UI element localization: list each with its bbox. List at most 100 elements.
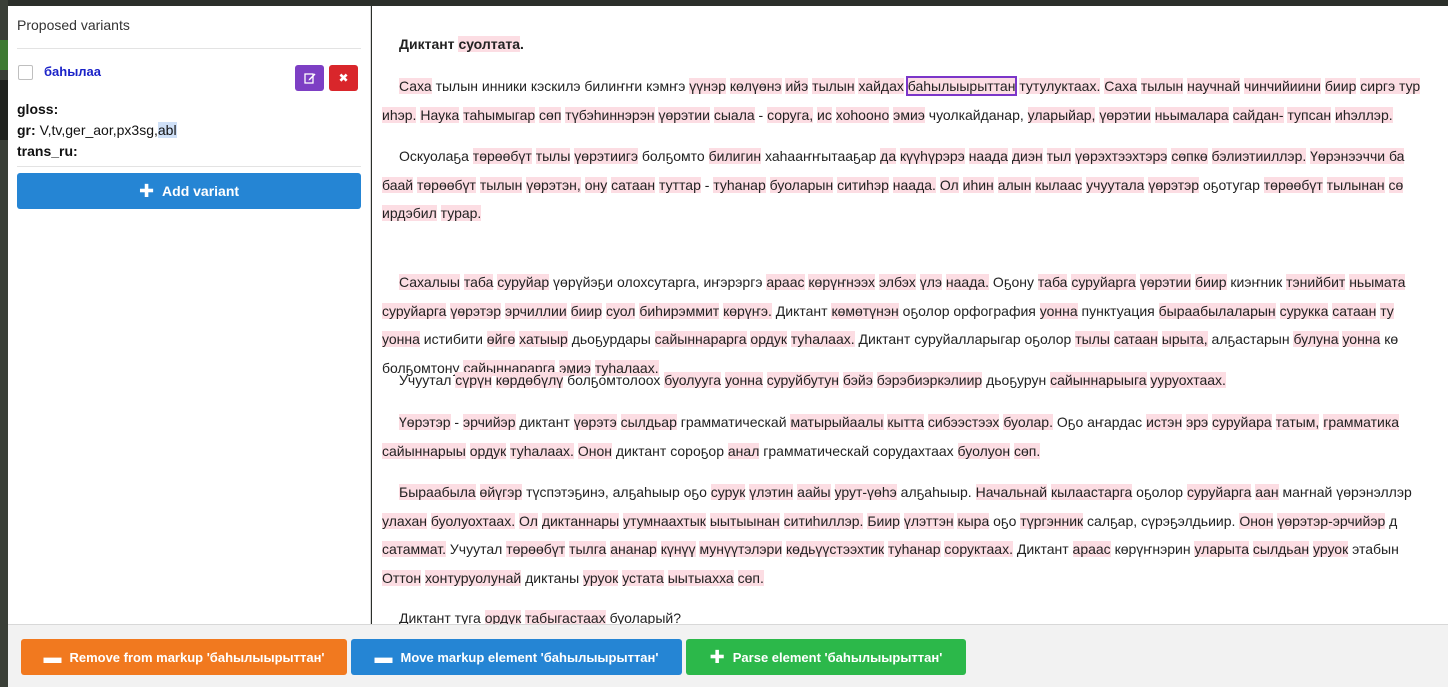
word[interactable]: уруок bbox=[1313, 541, 1349, 557]
word[interactable]: бэрэбиэркэлиир bbox=[876, 372, 983, 388]
word[interactable]: ууруохтаах. bbox=[1150, 372, 1226, 388]
word[interactable]: наада. bbox=[945, 274, 990, 290]
delete-variant-button[interactable]: ✖ bbox=[329, 65, 358, 91]
word[interactable]: Наука bbox=[420, 106, 460, 123]
remove-from-markup-button[interactable]: ▬ Remove from markup 'баһылыырыттан' bbox=[21, 639, 347, 675]
word[interactable]: Үөрэтэр bbox=[399, 414, 451, 430]
word[interactable]: ньымата bbox=[1349, 274, 1406, 290]
word[interactable]: уонна bbox=[1039, 302, 1078, 319]
word[interactable]: булуна bbox=[1293, 331, 1339, 347]
word[interactable]: уруок bbox=[583, 569, 619, 586]
word[interactable]: соруктаах. bbox=[944, 541, 1013, 557]
word[interactable]: суруйара bbox=[1212, 414, 1272, 430]
word[interactable]: кытта bbox=[887, 414, 925, 430]
word[interactable]: бэлиэтииллэр. bbox=[1211, 148, 1307, 164]
word[interactable]: аайы bbox=[797, 484, 831, 500]
word[interactable]: кылаас bbox=[1035, 176, 1083, 193]
word[interactable]: ордук bbox=[750, 331, 787, 347]
word[interactable]: сурукка bbox=[1279, 302, 1329, 319]
word[interactable]: Диктант bbox=[382, 36, 455, 52]
word[interactable]: суол bbox=[605, 302, 636, 319]
word[interactable]: туһанар bbox=[888, 541, 941, 557]
word[interactable]: тыл bbox=[1046, 148, 1072, 164]
word[interactable]: эрчиллии bbox=[504, 302, 567, 319]
word[interactable]: кылаастарга bbox=[1050, 484, 1133, 500]
word[interactable]: сиргэ bbox=[1360, 78, 1396, 94]
word[interactable]: табыгастаах bbox=[525, 610, 606, 624]
word[interactable]: тылы bbox=[1075, 331, 1110, 347]
word[interactable]: ананар bbox=[610, 541, 657, 557]
word[interactable]: диктаннары bbox=[541, 512, 620, 529]
word[interactable]: уларыйар, bbox=[1027, 106, 1096, 123]
word[interactable]: хатыыр bbox=[519, 331, 568, 347]
word[interactable]: кыра bbox=[957, 512, 990, 529]
word[interactable]: элбэх bbox=[878, 274, 916, 290]
word[interactable]: ордук bbox=[484, 610, 522, 624]
word[interactable]: араас bbox=[766, 274, 805, 290]
word[interactable]: иһин bbox=[962, 176, 994, 193]
word[interactable]: буолар. bbox=[1003, 414, 1053, 430]
word[interactable]: буолууга bbox=[664, 372, 722, 388]
word[interactable]: тылга bbox=[569, 541, 607, 557]
word[interactable]: төрөөбүт bbox=[416, 176, 476, 193]
word[interactable]: төрөөбүт bbox=[1263, 176, 1323, 193]
word[interactable]: үлэтин bbox=[749, 484, 794, 500]
word[interactable]: туһанар bbox=[713, 176, 766, 193]
word[interactable]: төрөөбүт bbox=[472, 148, 532, 164]
word[interactable]: биһирэммит bbox=[639, 302, 720, 319]
word[interactable]: түргэнник bbox=[1020, 512, 1084, 529]
word[interactable]: сөп. bbox=[1013, 442, 1041, 459]
word[interactable]: үөрэтэ bbox=[573, 414, 617, 430]
word[interactable]: Оттон bbox=[382, 569, 422, 586]
word[interactable]: соруга, bbox=[767, 106, 814, 123]
word[interactable]: эрэ bbox=[1186, 414, 1209, 430]
word[interactable]: устата bbox=[622, 569, 664, 586]
word[interactable]: үөрэтии bbox=[658, 106, 710, 123]
word[interactable]: бэйэ bbox=[842, 372, 873, 388]
word[interactable]: тур bbox=[1395, 78, 1421, 94]
word[interactable]: учуутала bbox=[1086, 176, 1145, 193]
word[interactable]: сатаан bbox=[1332, 302, 1377, 319]
word[interactable]: көрүҥэ. bbox=[723, 302, 772, 319]
word[interactable]: Сахалыы bbox=[399, 274, 460, 290]
word[interactable]: сатаан bbox=[611, 176, 656, 193]
word[interactable]: Үөрэнээччи ба bbox=[1310, 148, 1405, 164]
word[interactable]: диэн bbox=[1011, 148, 1043, 164]
word[interactable]: ньымалара bbox=[1154, 106, 1229, 123]
word[interactable]: үөрэтэр bbox=[1148, 176, 1200, 193]
word[interactable]: баай bbox=[382, 176, 414, 193]
word[interactable]: ийэ bbox=[785, 78, 809, 94]
word[interactable]: ирдэбил bbox=[382, 205, 437, 221]
word[interactable]: өйгө bbox=[486, 331, 516, 347]
word[interactable]: көдьүүстээхтик bbox=[786, 541, 885, 557]
word[interactable]: чинчийиини bbox=[1244, 78, 1322, 94]
word[interactable]: эмиэ bbox=[893, 106, 925, 123]
word[interactable]: билигин bbox=[708, 148, 762, 164]
word[interactable]: күүһүрэрэ bbox=[900, 148, 965, 164]
edit-variant-button[interactable] bbox=[295, 65, 324, 91]
word[interactable]: уонна bbox=[382, 331, 420, 347]
word[interactable]: үлэттэн bbox=[903, 512, 954, 529]
word[interactable]: туһалаах. bbox=[510, 442, 574, 459]
word[interactable]: тылын bbox=[812, 78, 855, 94]
word[interactable]: алын bbox=[997, 176, 1032, 193]
variant-checkbox[interactable] bbox=[18, 65, 33, 80]
word[interactable]: уонна bbox=[1342, 331, 1381, 347]
word[interactable]: үлэ bbox=[919, 274, 942, 290]
word[interactable]: урут-үөһэ bbox=[834, 484, 897, 500]
word[interactable]: тылынан bbox=[1326, 176, 1385, 193]
word[interactable]: биир bbox=[570, 302, 603, 319]
word[interactable]: анал bbox=[727, 442, 760, 459]
word[interactable]: түбэһиннэрэн bbox=[565, 106, 655, 123]
word[interactable]: араас bbox=[1072, 541, 1111, 557]
word[interactable]: эрчийэр bbox=[463, 414, 516, 430]
word[interactable]: сыала bbox=[713, 106, 755, 123]
word[interactable]: ситиһиллэр. bbox=[783, 512, 864, 529]
word[interactable]: үөрэтии bbox=[1139, 274, 1192, 290]
word[interactable]: Быраабыла bbox=[399, 484, 476, 500]
word[interactable]: хоһооно bbox=[835, 106, 890, 123]
word[interactable]: да bbox=[880, 148, 897, 164]
word[interactable]: туттар bbox=[659, 176, 701, 193]
word[interactable]: биир bbox=[1324, 78, 1357, 94]
word[interactable]: ис bbox=[817, 106, 832, 123]
